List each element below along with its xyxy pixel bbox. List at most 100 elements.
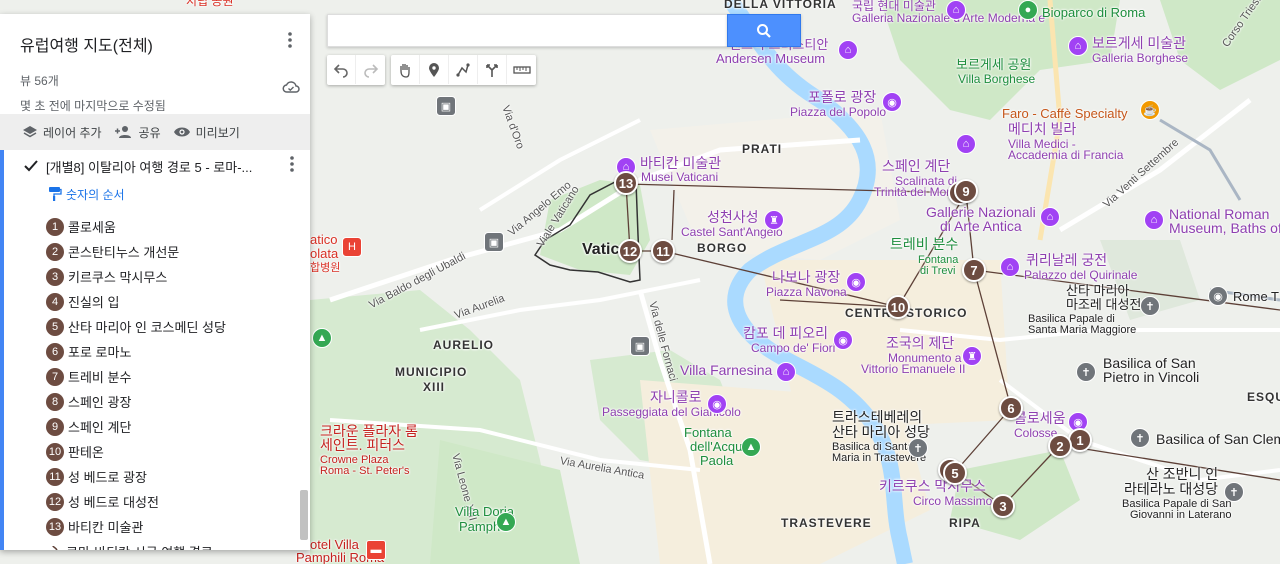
search-button[interactable] <box>727 14 801 47</box>
list-item[interactable]: 7 트레비 분수 <box>46 364 310 389</box>
castle-icon[interactable]: ♜ <box>764 210 784 230</box>
church-icon[interactable]: ✝ <box>1130 428 1150 448</box>
church-icon[interactable]: ✝ <box>1076 362 1096 382</box>
list-item[interactable]: 2 콘스탄티누스 개선문 <box>46 239 310 264</box>
label-santa-maria-ko2: 마조레 대성전 <box>1066 297 1142 312</box>
layer-visibility-checkbox[interactable] <box>24 159 38 173</box>
places-list: 1 콜로세움 2 콘스탄티누스 개선문 3 키르쿠스 막시무스 4 진실의 입 5 산타 … <box>0 214 310 539</box>
museum-icon[interactable]: ⌂ <box>838 40 858 60</box>
route-marker-7[interactable]: 7 <box>962 258 986 282</box>
place-name: 바티칸 미술관 <box>68 520 144 535</box>
church-icon[interactable]: ✝ <box>1140 296 1160 316</box>
line-tool-button[interactable] <box>449 55 478 84</box>
number-badge: 5 <box>46 317 64 336</box>
place-name: 키르쿠스 막시무스 <box>68 270 168 285</box>
monument-icon[interactable]: ♜ <box>962 346 982 366</box>
label-fontana-acqua3: Paola <box>700 453 734 468</box>
museum-icon[interactable]: ⌂ <box>946 0 966 20</box>
list-item[interactable]: 5 산타 마리아 인 코스메딘 성당 <box>46 314 310 339</box>
list-item[interactable]: 10 판테온 <box>46 439 310 464</box>
ruler-icon <box>512 65 531 74</box>
layer-name[interactable]: [개별8] 이탈리아 여행 경로 5 - 로마-... <box>46 157 252 176</box>
museum-icon[interactable]: ⌂ <box>956 134 976 154</box>
route-marker-10[interactable]: 10 <box>886 295 910 319</box>
route-marker-11[interactable]: 11 <box>651 239 675 263</box>
label-quirinale-en: Palazzo del Quirinale <box>1024 268 1138 282</box>
route-marker-13[interactable]: 13 <box>614 171 638 195</box>
route-marker-2[interactable]: 2 <box>1048 434 1072 458</box>
layer-style-button[interactable]: 숫자의 순서 <box>0 182 310 206</box>
transit-icon[interactable]: ▣ <box>436 96 456 116</box>
church-icon[interactable]: ✝ <box>908 438 928 458</box>
place-name: 스페인 광장 <box>68 395 132 410</box>
list-item[interactable]: 4 진실의 입 <box>46 289 310 314</box>
landmark-icon[interactable]: ◉ <box>833 330 853 350</box>
list-item[interactable]: 9 스페인 계단 <box>46 414 310 439</box>
layer-options-button[interactable] <box>290 156 294 177</box>
map-options-button[interactable] <box>280 28 300 52</box>
hospital-icon[interactable]: H <box>342 237 362 257</box>
route-marker-6[interactable]: 6 <box>999 396 1023 420</box>
cafe-icon[interactable]: ☕ <box>1140 100 1160 120</box>
layer-style-label: 숫자의 순서 <box>66 187 125 202</box>
list-item[interactable]: 13 바티칸 미술관 <box>46 514 310 539</box>
search-input[interactable] <box>328 15 727 46</box>
transit-icon[interactable]: ▣ <box>630 336 650 356</box>
fountain-icon[interactable]: ▲ <box>741 437 761 457</box>
saved-status: 몇 초 전에 마지막으로 수정됨 <box>20 99 166 113</box>
list-item[interactable]: 8 스페인 광장 <box>46 389 310 414</box>
number-badge: 8 <box>46 392 64 411</box>
landmark-icon[interactable]: ◉ <box>882 92 902 112</box>
label-borghese-gallery-ko: 보르게세 미술관 <box>1092 35 1187 51</box>
museum-icon[interactable]: ⌂ <box>1144 210 1164 230</box>
route-marker-9[interactable]: 9 <box>954 179 978 203</box>
park-icon[interactable]: ▲ <box>312 328 332 348</box>
landmark-icon[interactable]: ◉ <box>707 394 727 414</box>
redo-button[interactable] <box>356 55 385 84</box>
park-icon[interactable]: ▲ <box>496 512 516 532</box>
list-item[interactable]: 11 성 베드로 광장 <box>46 464 310 489</box>
museum-icon[interactable]: ⌂ <box>776 362 796 382</box>
museum-icon[interactable]: ⌂ <box>1040 207 1060 227</box>
list-item[interactable]: 1 콜로세움 <box>46 214 310 239</box>
view-count: 뷰 56개 <box>20 74 59 88</box>
list-item[interactable]: 3 키르쿠스 막시무스 <box>46 264 310 289</box>
place-name: 성 베드로 광장 <box>68 470 147 485</box>
list-item[interactable]: 12 성 베드로 대성전 <box>46 489 310 514</box>
route-marker-5[interactable]: 5 <box>943 461 967 485</box>
preview-button[interactable]: 미리보기 <box>173 124 240 141</box>
landmark-icon[interactable]: ◉ <box>846 272 866 292</box>
pan-tool-button[interactable] <box>391 55 420 84</box>
museum-icon[interactable]: ⌂ <box>1068 36 1088 56</box>
panel-scrollbar[interactable] <box>300 490 308 540</box>
label-gallerie-en: di Arte Antica <box>940 218 1022 234</box>
label-trastevere-basilica-ko2: 산타 마리아 성당 <box>832 424 930 440</box>
directions-tool-button[interactable] <box>478 55 507 84</box>
list-item[interactable]: 6 포로 로마노 <box>46 339 310 364</box>
church-icon[interactable]: ✝ <box>1224 482 1244 502</box>
train-station-icon[interactable]: ◉ <box>1208 286 1228 306</box>
check-icon <box>24 160 38 172</box>
measure-tool-button[interactable] <box>507 55 536 84</box>
hotel-icon[interactable]: ▬ <box>366 540 386 560</box>
route-item[interactable]: 로마-바티칸 시국 여행 경로 <box>0 539 310 550</box>
label-trastevere: TRASTEVERE <box>781 516 872 530</box>
palace-icon[interactable]: ⌂ <box>1000 257 1020 277</box>
map-title[interactable]: 유럽여행 지도(전체) <box>20 32 290 56</box>
label-circo-en: Circo Massimo <box>913 494 993 508</box>
label-popolo-ko: 포폴로 광장 <box>808 89 877 105</box>
hand-icon <box>400 63 410 78</box>
transit-icon[interactable]: ▣ <box>484 232 504 252</box>
label-medici-en2: Accademia di Francia <box>1008 148 1124 162</box>
route-marker-12[interactable]: 12 <box>618 239 642 263</box>
route-icon <box>52 545 58 550</box>
add-layer-button[interactable]: 레이어 추가 <box>22 124 102 141</box>
number-badge: 7 <box>46 367 64 386</box>
zoo-icon[interactable]: ● <box>1018 0 1038 20</box>
undo-button[interactable] <box>327 55 356 84</box>
place-name: 콜로세움 <box>68 220 116 235</box>
share-button[interactable]: 공유 <box>114 124 161 141</box>
route-marker-3[interactable]: 3 <box>991 494 1015 518</box>
panel-action-bar: 레이어 추가 공유 미리보기 <box>0 114 310 150</box>
marker-tool-button[interactable] <box>420 55 449 84</box>
